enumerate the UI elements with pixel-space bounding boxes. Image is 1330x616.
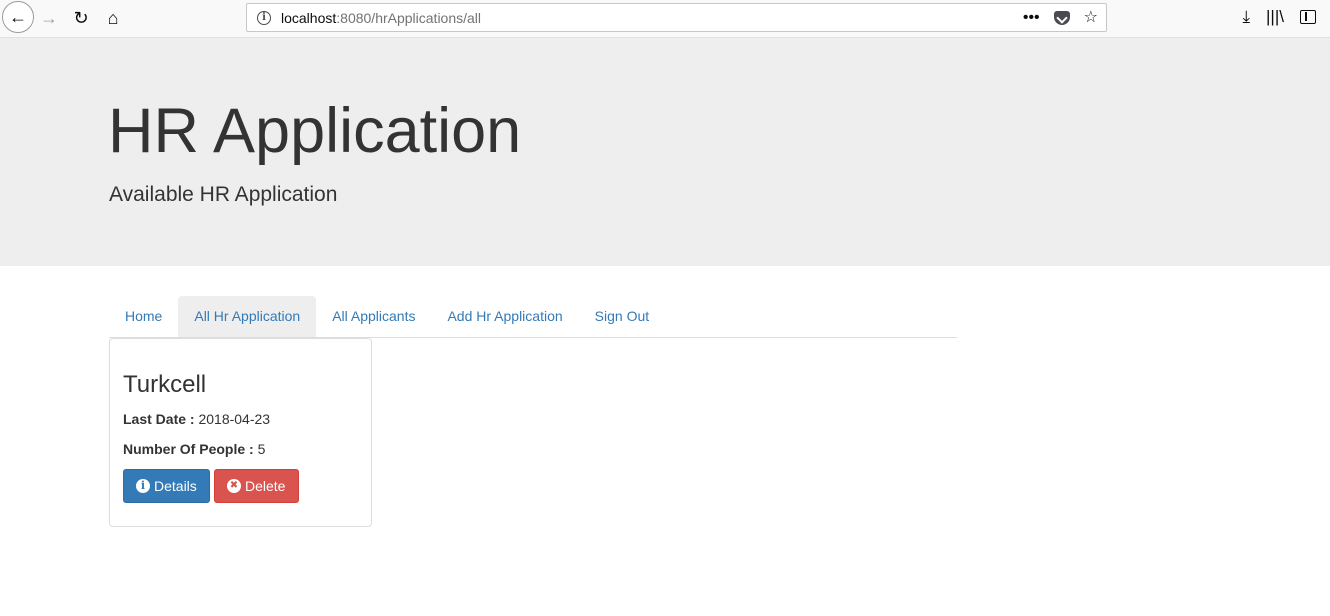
url-path: :8080/hrApplications/all <box>336 9 482 26</box>
tab-add-hr-application[interactable]: Add Hr Application <box>431 296 578 337</box>
reload-icon[interactable]: ↻ <box>66 3 96 33</box>
url-actions: ••• ☆ <box>1023 4 1098 31</box>
number-of-people-line: Number Of People : 5 <box>123 441 265 457</box>
home-icon[interactable]: ⌂ <box>98 3 128 33</box>
tab-all-hr-application[interactable]: All Hr Application <box>178 296 317 337</box>
application-name: Turkcell <box>123 371 207 398</box>
details-button-label: Details <box>154 478 197 494</box>
page-title: HR Application <box>108 96 522 166</box>
forward-arrow-icon[interactable]: → <box>34 3 64 33</box>
tab-sign-out[interactable]: Sign Out <box>579 296 665 337</box>
delete-button-label: Delete <box>245 478 286 494</box>
tab-sign-out-link[interactable]: Sign Out <box>579 296 665 337</box>
browser-toolbar: ← → ↻ ⌂ i localhost:8080/hrApplications/… <box>0 0 1330 38</box>
star-icon[interactable]: ☆ <box>1084 9 1098 26</box>
jumbotron: HR Application Available HR Application <box>0 38 1330 266</box>
last-date-value: 2018-04-23 <box>198 411 271 427</box>
library-icon[interactable]: |||\ <box>1266 8 1284 25</box>
back-arrow-icon[interactable]: ← <box>2 1 34 33</box>
pocket-icon[interactable] <box>1053 10 1070 25</box>
address-bar[interactable]: i localhost:8080/hrApplications/all ••• … <box>246 3 1107 32</box>
application-card: Turkcell Last Date : 2018-04-23 Number O… <box>109 338 372 527</box>
nav-tabs: Home All Hr Application All Applicants A… <box>109 296 957 338</box>
tab-add-hr-application-link[interactable]: Add Hr Application <box>431 296 578 337</box>
number-of-people-label: Number Of People : <box>123 441 254 457</box>
sidebar-icon[interactable] <box>1300 9 1316 24</box>
details-button[interactable]: i Details <box>123 469 210 503</box>
delete-button[interactable]: ✖ Delete <box>214 469 299 503</box>
url-host: localhost <box>281 9 337 26</box>
site-info-icon[interactable]: i <box>257 10 271 25</box>
tab-all-hr-application-link[interactable]: All Hr Application <box>178 296 317 337</box>
browser-right-tools: ⤓ |||\ <box>1243 8 1316 25</box>
info-icon: i <box>136 479 150 493</box>
number-of-people-value: 5 <box>257 441 266 457</box>
last-date-label: Last Date : <box>123 411 195 427</box>
last-date-line: Last Date : 2018-04-23 <box>123 411 270 427</box>
page-subtitle: Available HR Application <box>109 183 338 206</box>
tab-all-applicants[interactable]: All Applicants <box>316 296 431 337</box>
more-actions-icon[interactable]: ••• <box>1023 9 1040 26</box>
tab-all-applicants-link[interactable]: All Applicants <box>316 296 431 337</box>
tab-home-link[interactable]: Home <box>109 296 178 337</box>
tab-home[interactable]: Home <box>109 296 178 337</box>
remove-icon: ✖ <box>227 479 241 493</box>
download-icon[interactable]: ⤓ <box>1243 8 1251 25</box>
url-text[interactable]: localhost:8080/hrApplications/all <box>281 10 481 26</box>
